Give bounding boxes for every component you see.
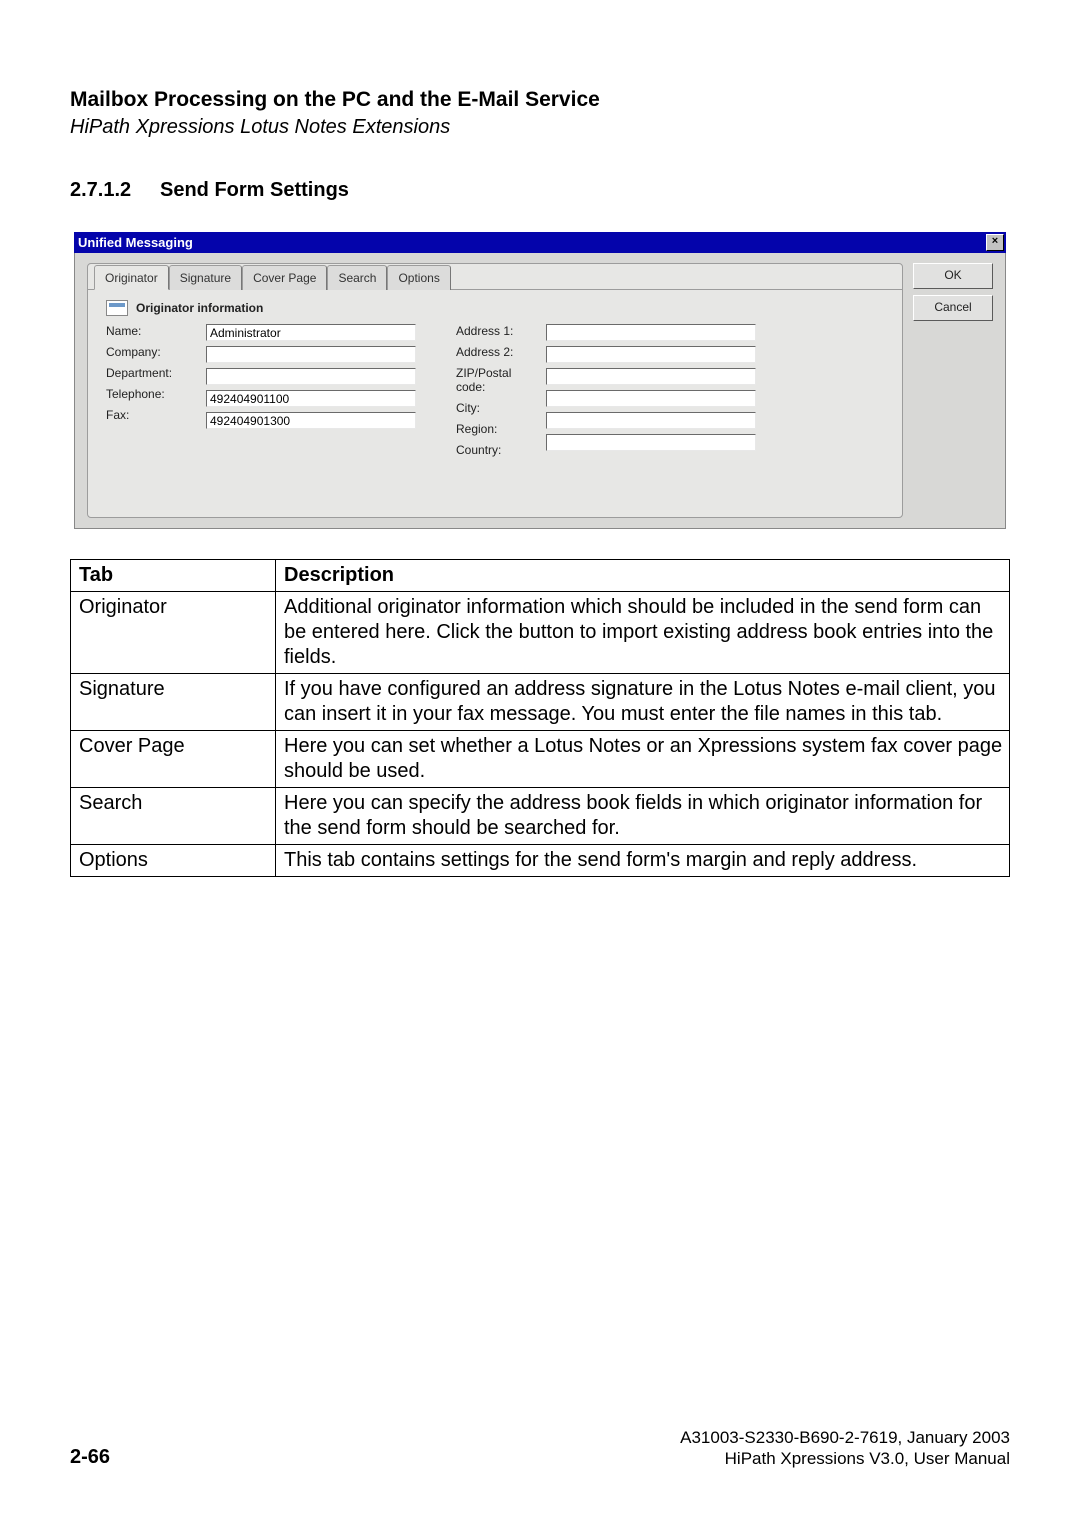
originator-info-heading: Originator information	[106, 300, 888, 316]
city-field[interactable]	[546, 390, 756, 407]
close-icon[interactable]: ×	[986, 234, 1004, 251]
fax-field[interactable]	[206, 412, 416, 429]
cell-desc: This tab contains settings for the send …	[276, 845, 1010, 877]
cell-tab: Search	[71, 788, 276, 845]
country-field[interactable]	[546, 434, 756, 451]
label-city: City:	[456, 401, 536, 415]
table-header-row: Tab Description	[71, 560, 1010, 592]
tab-originator[interactable]: Originator	[94, 265, 169, 290]
telephone-field[interactable]	[206, 390, 416, 407]
tab-cover-page[interactable]: Cover Page	[242, 265, 327, 290]
tab-signature[interactable]: Signature	[169, 265, 242, 290]
card-icon	[106, 300, 128, 316]
label-zip: ZIP/Postal code:	[456, 366, 536, 394]
section-number: 2.7.1.2	[70, 179, 160, 202]
table-row: Originator Additional originator informa…	[71, 592, 1010, 674]
header-tab: Tab	[71, 560, 276, 592]
tab-search[interactable]: Search	[327, 265, 387, 290]
label-address1: Address 1:	[456, 324, 536, 338]
unified-messaging-dialog: Unified Messaging × Originator Signature…	[74, 232, 1006, 529]
tab-options[interactable]: Options	[387, 265, 450, 290]
company-field[interactable]	[206, 346, 416, 363]
zip-field[interactable]	[546, 368, 756, 385]
cell-tab: Cover Page	[71, 731, 276, 788]
department-field[interactable]	[206, 368, 416, 385]
cancel-button[interactable]: Cancel	[913, 295, 993, 321]
table-row: Signature If you have configured an addr…	[71, 674, 1010, 731]
cell-desc: If you have configured an address signat…	[276, 674, 1010, 731]
label-region: Region:	[456, 422, 536, 436]
section-heading: 2.7.1.2Send Form Settings	[70, 179, 1010, 202]
address1-field[interactable]	[546, 324, 756, 341]
table-row: Search Here you can specify the address …	[71, 788, 1010, 845]
name-field[interactable]	[206, 324, 416, 341]
label-country: Country:	[456, 443, 536, 457]
originator-info-label: Originator information	[136, 301, 263, 315]
page-title: Mailbox Processing on the PC and the E-M…	[70, 88, 1010, 112]
address2-field[interactable]	[546, 346, 756, 363]
cell-tab: Options	[71, 845, 276, 877]
dialog-titlebar: Unified Messaging ×	[74, 232, 1006, 253]
footer-manual: HiPath Xpressions V3.0, User Manual	[680, 1449, 1010, 1469]
footer-doc-id: A31003-S2330-B690-2-7619, January 2003	[680, 1428, 1010, 1448]
ok-button[interactable]: OK	[913, 263, 993, 289]
table-row: Cover Page Here you can set whether a Lo…	[71, 731, 1010, 788]
label-address2: Address 2:	[456, 345, 536, 359]
header-desc: Description	[276, 560, 1010, 592]
tab-description-table: Tab Description Originator Additional or…	[70, 559, 1010, 877]
dialog-tabs: Originator Signature Cover Page Search O…	[88, 264, 902, 290]
page-number: 2-66	[70, 1446, 110, 1469]
cell-desc: Here you can set whether a Lotus Notes o…	[276, 731, 1010, 788]
section-title: Send Form Settings	[160, 179, 349, 201]
label-name: Name:	[106, 324, 196, 338]
cell-tab: Originator	[71, 592, 276, 674]
label-company: Company:	[106, 345, 196, 359]
cell-desc: Here you can specify the address book fi…	[276, 788, 1010, 845]
dialog-title: Unified Messaging	[78, 235, 193, 250]
region-field[interactable]	[546, 412, 756, 429]
page-subtitle: HiPath Xpressions Lotus Notes Extensions	[70, 116, 1010, 139]
cell-tab: Signature	[71, 674, 276, 731]
label-telephone: Telephone:	[106, 387, 196, 401]
label-department: Department:	[106, 366, 196, 380]
table-row: Options This tab contains settings for t…	[71, 845, 1010, 877]
label-fax: Fax:	[106, 408, 196, 422]
cell-desc: Additional originator information which …	[276, 592, 1010, 674]
page-footer: 2-66 A31003-S2330-B690-2-7619, January 2…	[70, 1428, 1010, 1469]
